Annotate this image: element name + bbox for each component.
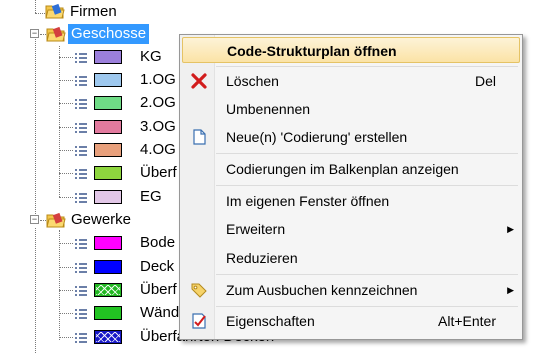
color-swatch [94, 73, 122, 87]
list-icon [75, 331, 87, 343]
tree-connector [59, 173, 73, 174]
hatched-swatch [94, 283, 122, 297]
tree-connector [59, 103, 73, 104]
menu-item-label: Im eigenen Fenster öffnen [226, 193, 390, 209]
submenu-arrow-icon: ▶ [507, 285, 514, 295]
list-icon [75, 97, 87, 109]
menu-item-label: Zum Ausbuchen kennzeichnen [226, 282, 418, 298]
menu-item-properties[interactable]: Eigenschaften Alt+Enter [182, 308, 520, 334]
color-swatch [94, 306, 122, 320]
list-icon [75, 191, 87, 203]
list-icon [75, 237, 87, 249]
menu-separator [216, 153, 518, 154]
list-icon [75, 284, 87, 296]
list-item-label: Überf [140, 281, 177, 298]
list-icon [75, 121, 87, 133]
menu-item-label: Löschen [226, 73, 279, 89]
collapse-toggle[interactable]: − [30, 29, 39, 38]
open-folder-icon [46, 211, 66, 229]
color-swatch [94, 120, 122, 134]
color-swatch [94, 166, 122, 180]
tree-connector [59, 230, 60, 340]
list-icon [75, 144, 87, 156]
list-item-label: 3.OG [140, 118, 176, 135]
list-item-label: 1.OG [140, 71, 176, 88]
menu-item-mark-for-booking[interactable]: Zum Ausbuchen kennzeichnen ▶ [182, 277, 520, 303]
properties-icon [190, 312, 208, 330]
folder-icon [45, 2, 65, 20]
list-icon [75, 261, 87, 273]
tree-connector [59, 290, 73, 291]
menu-item-rename[interactable]: Umbenennen [182, 96, 520, 122]
menu-separator [216, 306, 518, 307]
menu-item-label: Neue(n) 'Codierung' erstellen [226, 129, 408, 145]
new-document-icon [190, 128, 208, 146]
list-item-label: KG [140, 48, 162, 65]
tree-connector [35, 34, 36, 220]
tree-connector [59, 243, 73, 244]
list-item-label: Wänd [140, 304, 180, 321]
submenu-arrow-icon: ▶ [507, 224, 514, 234]
delete-x-icon [190, 72, 208, 90]
color-swatch [94, 50, 122, 64]
menu-item-label: Eigenschaften [226, 313, 315, 329]
color-swatch [94, 143, 122, 157]
color-swatch [94, 260, 122, 274]
menu-separator [216, 185, 518, 186]
menu-item-collapse[interactable]: Reduzieren [182, 245, 520, 271]
list-item-label: EG [140, 188, 162, 205]
menu-separator [216, 66, 518, 67]
list-icon [75, 51, 87, 63]
tree-connector [59, 127, 73, 128]
tag-icon [190, 281, 208, 299]
tree-connector [35, 0, 36, 13]
menu-item-new-coding[interactable]: Neue(n) 'Codierung' erstellen [182, 124, 520, 150]
tree-connector [59, 150, 73, 151]
tree-node-gewerke[interactable]: Gewerke [68, 210, 134, 230]
tree-connector [59, 197, 73, 198]
tree-connector [59, 313, 73, 314]
color-swatch [94, 190, 122, 204]
tree-connector [59, 267, 73, 268]
color-swatch [94, 96, 122, 110]
list-item-label: Bode [140, 234, 176, 251]
list-icon [75, 167, 87, 179]
list-item-label: Überf [140, 164, 177, 181]
hatched-swatch [94, 330, 122, 344]
list-icon [75, 307, 87, 319]
tree-connector [35, 13, 45, 14]
menu-item-label: Erweitern [226, 221, 286, 237]
menu-item-shortcut: Alt+Enter [438, 313, 496, 329]
list-item-label: Deck [140, 258, 175, 275]
menu-item-open-own-window[interactable]: Im eigenen Fenster öffnen [182, 188, 520, 214]
list-item-label: 2.OG [140, 94, 176, 111]
menu-item-label: Codierungen im Balkenplan anzeigen [226, 161, 459, 177]
menu-item-shortcut: Del [474, 73, 496, 89]
tree-connector [59, 57, 73, 58]
open-folder-icon [46, 25, 66, 43]
color-swatch [94, 236, 122, 250]
menu-item-expand[interactable]: Erweitern ▶ [182, 216, 520, 242]
tree-node-firmen[interactable]: Firmen [67, 2, 120, 22]
menu-item-label: Code-Strukturplan öffnen [227, 43, 397, 59]
menu-separator [216, 274, 518, 275]
menu-item-show-in-gantt[interactable]: Codierungen im Balkenplan anzeigen [182, 156, 520, 182]
tree-connector [35, 228, 36, 353]
tree-node-geschosse[interactable]: Geschosse [68, 24, 150, 44]
list-item-label: 4.OG [140, 141, 176, 158]
menu-item-open-code-structure[interactable]: Code-Strukturplan öffnen [182, 37, 520, 63]
list-icon [75, 74, 87, 86]
tree-connector [59, 80, 73, 81]
context-menu: Code-Strukturplan öffnen Löschen Del Umb… [179, 34, 523, 340]
tree-connector [59, 337, 73, 338]
menu-item-label: Reduzieren [226, 250, 298, 266]
tree-connector [59, 46, 60, 197]
menu-item-delete[interactable]: Löschen Del [182, 68, 520, 94]
menu-item-label: Umbenennen [226, 101, 311, 117]
collapse-toggle[interactable]: − [30, 215, 39, 224]
